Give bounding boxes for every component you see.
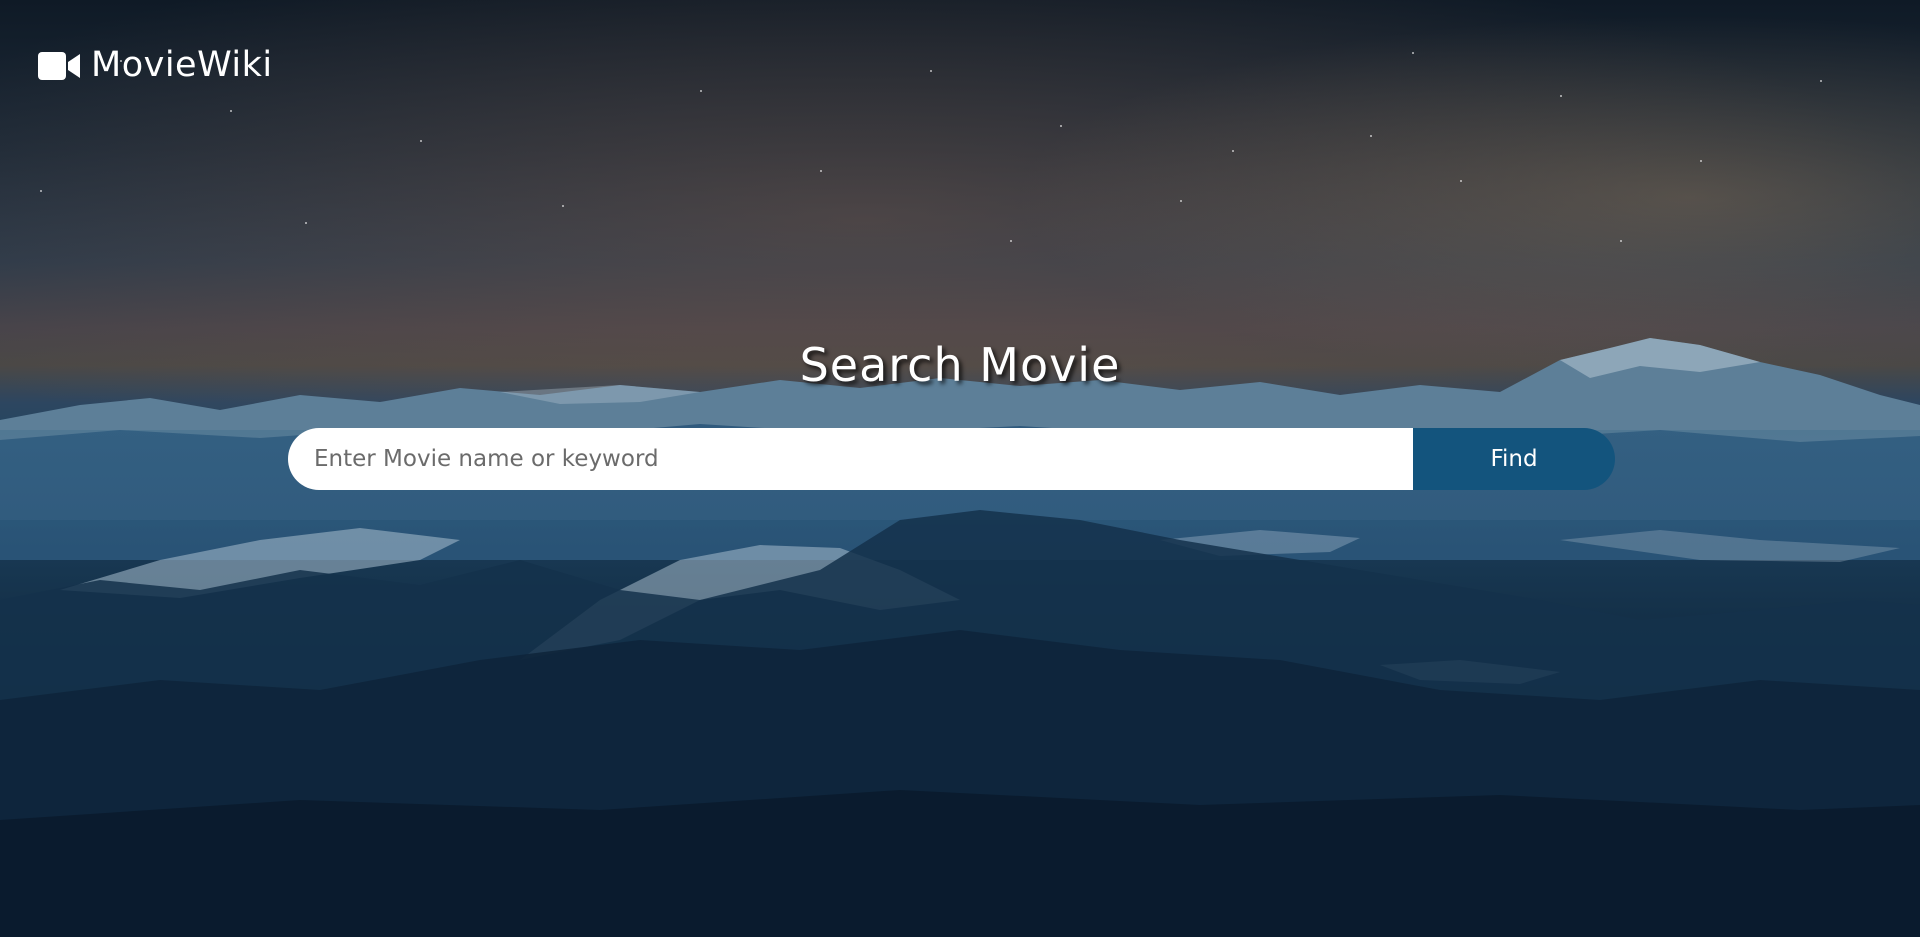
- logo-text: MovieWiki: [91, 45, 273, 85]
- find-button[interactable]: Find: [1413, 428, 1615, 490]
- page: MovieWiki Search Movie Find: [0, 0, 1920, 937]
- site-logo[interactable]: MovieWiki: [38, 48, 273, 83]
- search-input[interactable]: [288, 428, 1413, 490]
- page-title: Search Movie: [799, 338, 1121, 392]
- video-camera-icon: [38, 51, 80, 80]
- search-form: Find: [288, 428, 1615, 490]
